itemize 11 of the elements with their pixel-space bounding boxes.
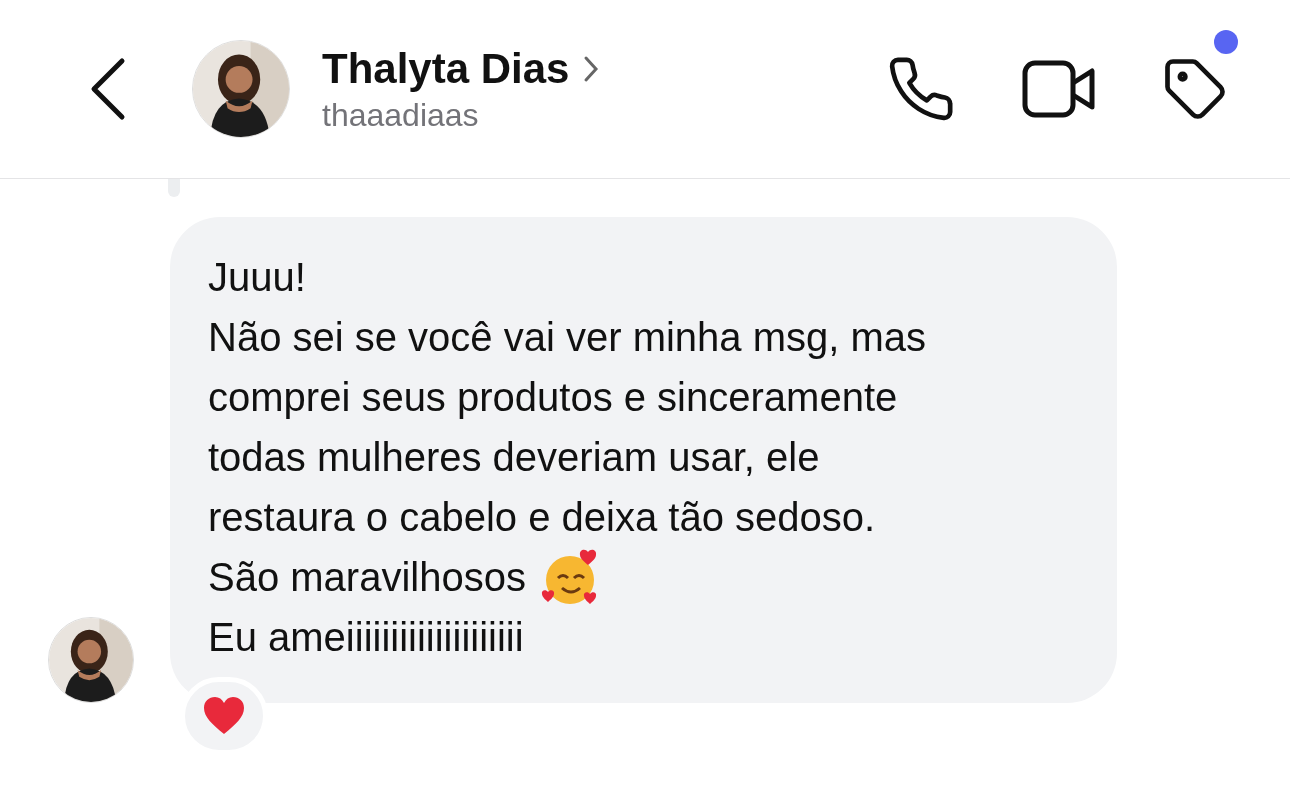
heart-icon xyxy=(202,696,246,736)
message-text: todas mulheres deveriam usar, ele xyxy=(208,434,821,481)
message-text: Não sei se você vai ver minha msg, mas xyxy=(208,314,928,361)
message-text: comprei seus produtos e sinceramente xyxy=(208,374,899,421)
message-text: restaura o cabelo e deixa tão sedoso. xyxy=(208,494,877,541)
message-text: São maravilhosos xyxy=(208,554,526,601)
message-text: Eu ameiiiiiiiiiiiiiiiiiiii xyxy=(208,614,525,661)
message-text: Juuu! xyxy=(208,254,307,301)
username: thaaadiaas xyxy=(322,96,480,134)
contact-name[interactable]: Thalyta Dias xyxy=(322,44,570,93)
chevron-right-icon xyxy=(583,54,600,83)
